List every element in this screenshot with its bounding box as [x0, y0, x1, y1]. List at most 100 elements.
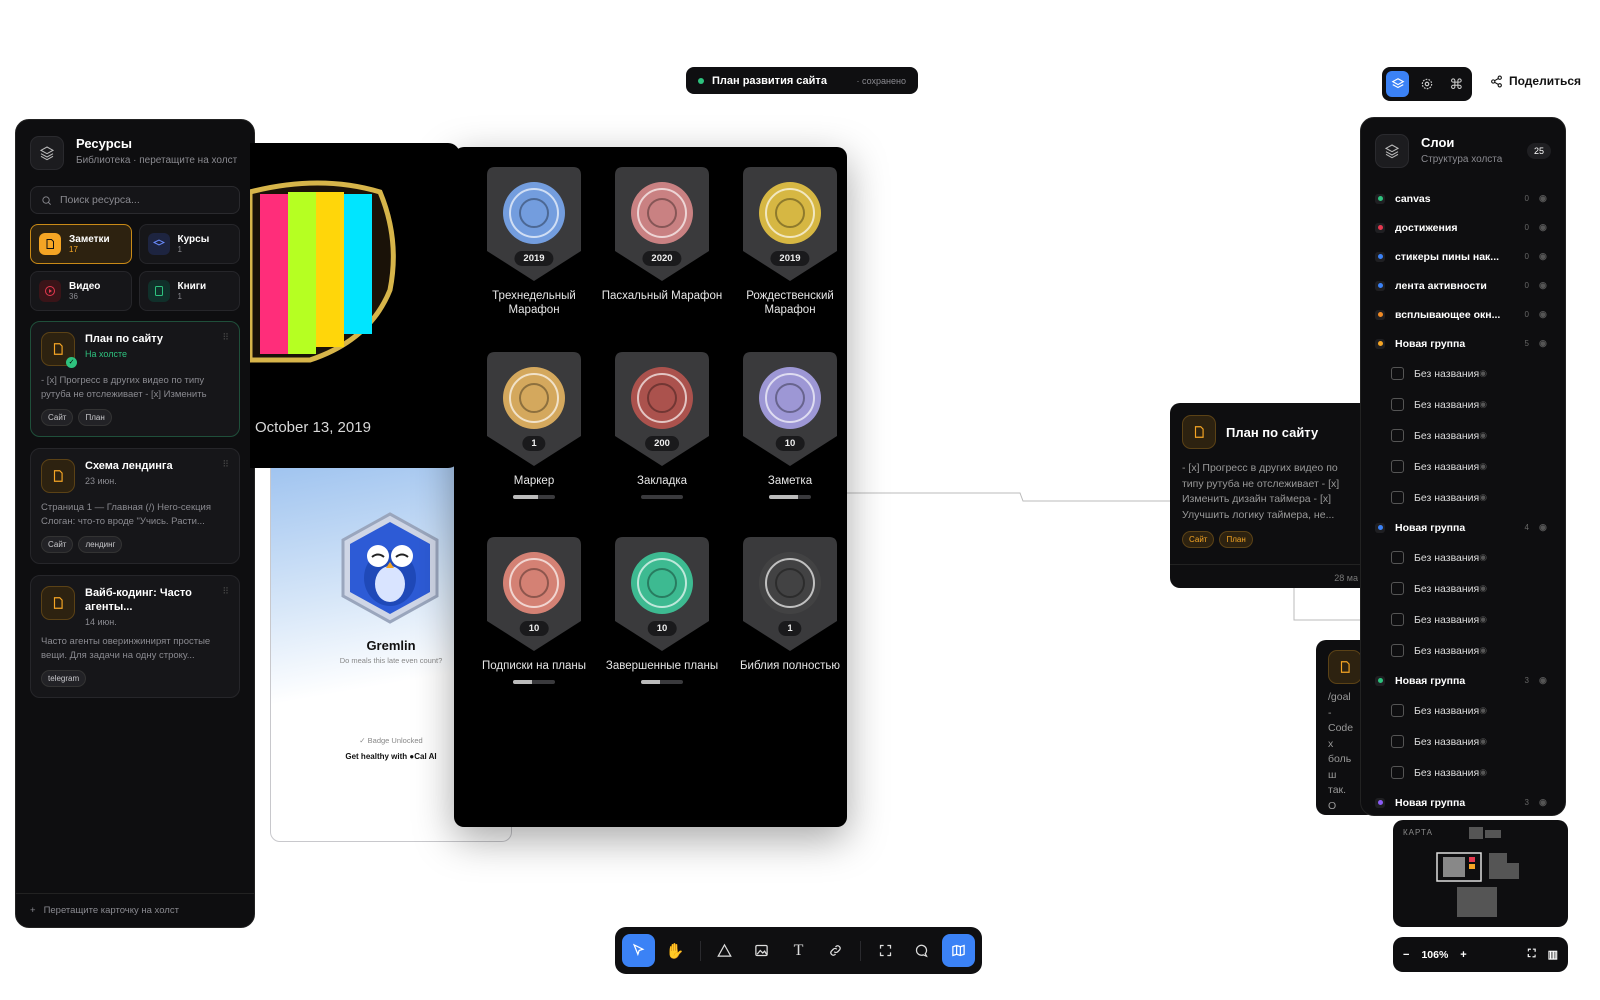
layer-group[interactable]: всплывающее окн... 0 ◉	[1361, 300, 1565, 329]
layer-color-dot	[1375, 251, 1385, 262]
resource-search-input[interactable]: Поиск ресурса...	[30, 186, 240, 214]
layer-item[interactable]: Без названия ◉	[1361, 451, 1565, 482]
achievement-badge[interactable]: 10 Подписки на планы	[470, 535, 598, 684]
eye-icon[interactable]: ◉	[1539, 797, 1551, 808]
layer-group[interactable]: Новая группа 5 ◉	[1361, 329, 1565, 358]
layer-item[interactable]: Без названия ◉	[1361, 358, 1565, 389]
document-title: План развития сайта	[712, 74, 827, 87]
layer-count: 0	[1524, 223, 1529, 232]
achievement-badge[interactable]: 1 Маркер	[470, 350, 598, 499]
eye-icon[interactable]: ◉	[1539, 309, 1551, 320]
achievement-badge[interactable]: 1 Библия полностью	[726, 535, 854, 673]
layer-group[interactable]: лента активности 0 ◉	[1361, 271, 1565, 300]
hand-tool-button[interactable]: ✋	[659, 934, 692, 967]
save-status: · сохранено	[856, 75, 906, 86]
achievement-badge[interactable]: 2019 Трехнедельный Марафон	[470, 165, 598, 317]
layer-item[interactable]: Без названия ◉	[1361, 542, 1565, 573]
drag-handle-icon[interactable]: ⠿	[222, 586, 229, 627]
document-title-bar[interactable]: План развития сайта · сохранено	[686, 67, 918, 94]
achievement-badge[interactable]: 200 Закладка	[598, 350, 726, 499]
fit-screen-icon[interactable]: ⛶	[1528, 948, 1536, 961]
layer-group[interactable]: стикеры пины нак... 0 ◉	[1361, 242, 1565, 271]
link-tool-button[interactable]	[819, 934, 852, 967]
comment-tool-button[interactable]	[905, 934, 938, 967]
layers-list: canvas 0 ◉ достижения 0 ◉ стикеры пины нак... 0…	[1361, 184, 1565, 817]
map-tool-button[interactable]	[942, 934, 976, 967]
share-button[interactable]: Поделиться	[1490, 74, 1581, 88]
resource-card[interactable]: Вайб-кодинг: Часто агенты... 14 июн. ⠿ Ча…	[30, 575, 240, 698]
layer-item[interactable]: Без названия ◉	[1361, 604, 1565, 635]
category-video[interactable]: Видео 36	[30, 271, 132, 311]
map-icon	[952, 944, 965, 957]
book-icon	[147, 280, 170, 302]
category-notes[interactable]: Заметки 17	[30, 224, 132, 264]
eye-icon[interactable]: ◉	[1479, 645, 1491, 656]
eye-icon[interactable]: ◉	[1539, 193, 1551, 204]
eye-icon[interactable]: ◉	[1479, 461, 1491, 472]
zoom-out-button[interactable]: −	[1403, 949, 1409, 961]
eye-icon[interactable]: ◉	[1479, 552, 1491, 563]
eye-icon[interactable]: ◉	[1479, 767, 1491, 778]
badge-value: 10	[647, 621, 677, 636]
achievement-badge[interactable]: 10 Завершенные планы	[598, 535, 726, 684]
drag-handle-icon[interactable]: ⠿	[222, 459, 229, 493]
play-icon	[39, 280, 61, 302]
layer-item[interactable]: Без названия ◉	[1361, 757, 1565, 788]
layer-group[interactable]: Новая группа 4 ◉	[1361, 513, 1565, 542]
settings-button[interactable]	[1415, 71, 1438, 97]
eye-icon[interactable]: ◉	[1479, 368, 1491, 379]
layer-group[interactable]: canvas 0 ◉	[1361, 184, 1565, 213]
eye-icon[interactable]: ◉	[1479, 430, 1491, 441]
layer-label: Без названия	[1414, 644, 1480, 657]
eye-icon[interactable]: ◉	[1479, 583, 1491, 594]
eye-icon[interactable]: ◉	[1539, 222, 1551, 233]
eye-icon[interactable]: ◉	[1479, 399, 1491, 410]
eye-icon[interactable]: ◉	[1539, 675, 1551, 686]
layer-item[interactable]: Без названия ◉	[1361, 420, 1565, 451]
eye-icon[interactable]: ◉	[1479, 736, 1491, 747]
pointer-tool-button[interactable]	[622, 934, 655, 967]
eye-icon[interactable]: ◉	[1479, 492, 1491, 503]
shape-tool-button[interactable]	[709, 934, 742, 967]
drag-handle-icon[interactable]: ⠿	[222, 332, 229, 366]
layers-subtitle: Структура холста	[1421, 154, 1503, 165]
eye-icon[interactable]: ◉	[1479, 705, 1491, 716]
achievement-badge[interactable]: 2020 Пасхальный Марафон	[598, 165, 726, 303]
card-title: План по сайту	[85, 333, 164, 345]
canvas-note-card[interactable]: План по сайту - [x] Прогресс в других ви…	[1170, 403, 1370, 588]
layer-group[interactable]: Новая группа 3 ◉	[1361, 666, 1565, 695]
image-icon	[755, 944, 768, 957]
eye-icon[interactable]: ◉	[1539, 522, 1551, 533]
map-icon[interactable]: ▥	[1548, 948, 1558, 961]
text-tool-button[interactable]: T	[782, 934, 815, 967]
achievement-badge[interactable]: 2019 Рождественский Марафон	[726, 165, 854, 317]
frame-tool-button[interactable]	[869, 934, 902, 967]
zoom-in-button[interactable]: +	[1460, 949, 1466, 961]
resource-card[interactable]: Схема лендинга 23 июн. ⠿ Страница 1 — Гла…	[30, 448, 240, 564]
frame-icon	[879, 944, 891, 957]
category-books[interactable]: Книги 1	[138, 271, 240, 311]
image-tool-button[interactable]	[745, 934, 778, 967]
resource-card[interactable]: ✓ План по сайту На холсте ⠿ - [x] Прогрес…	[30, 321, 240, 437]
eye-icon[interactable]: ◉	[1479, 614, 1491, 625]
layer-group[interactable]: достижения 0 ◉	[1361, 213, 1565, 242]
minimap[interactable]: КАРТА	[1393, 820, 1568, 927]
achievement-badge[interactable]: 10 Заметка	[726, 350, 854, 499]
layer-item[interactable]: Без названия ◉	[1361, 573, 1565, 604]
badge-name: Библия полностью	[739, 660, 841, 672]
zoom-level[interactable]: 106%	[1421, 949, 1448, 961]
eye-icon[interactable]: ◉	[1539, 338, 1551, 349]
layer-item[interactable]: Без названия ◉	[1361, 482, 1565, 513]
layer-item[interactable]: Без названия ◉	[1361, 635, 1565, 666]
eye-icon[interactable]: ◉	[1539, 280, 1551, 291]
category-courses[interactable]: Курсы 1	[138, 224, 240, 264]
shortcuts-button[interactable]: ⌘	[1445, 71, 1468, 97]
layer-item[interactable]: Без названия ◉	[1361, 726, 1565, 757]
layer-item[interactable]: Без названия ◉	[1361, 389, 1565, 420]
layer-group[interactable]: Новая группа 3 ◉	[1361, 788, 1565, 817]
category-count: 1	[177, 245, 182, 254]
link-icon	[830, 945, 841, 956]
eye-icon[interactable]: ◉	[1539, 251, 1551, 262]
layer-item[interactable]: Без названия ◉	[1361, 695, 1565, 726]
layers-toggle-button[interactable]	[1386, 71, 1410, 97]
